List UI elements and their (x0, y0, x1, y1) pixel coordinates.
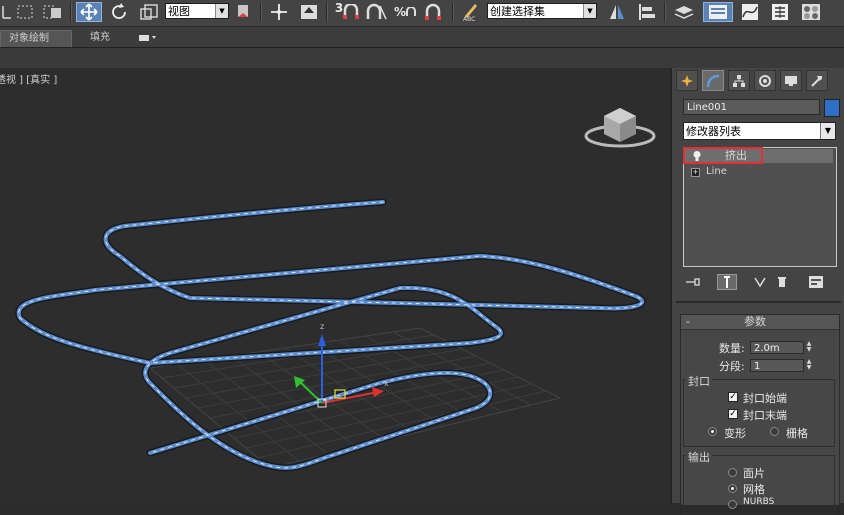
toggle-scene-explorer-icon[interactable] (703, 2, 733, 22)
edit-named-selection-icon[interactable]: ABC (458, 2, 484, 22)
amount-label: 数量: (719, 342, 745, 355)
modifier-list-label: 修改器列表 (686, 125, 741, 138)
parameters-title: 参数 (744, 315, 766, 328)
material-editor-icon[interactable] (797, 2, 825, 22)
tab-display[interactable] (780, 70, 802, 91)
ribbon-collapsed-area (0, 48, 844, 68)
patch-radio[interactable] (728, 468, 737, 477)
cap-start-checkbox[interactable]: ✓ (728, 392, 738, 402)
amount-spinner-arrows-icon[interactable]: ▲ ▼ (805, 341, 813, 354)
cap-start-label: 封口始端 (743, 392, 787, 405)
segments-input[interactable]: 1 (750, 359, 804, 372)
expand-plus-icon[interactable]: + (691, 168, 700, 177)
nurbs-radio[interactable] (728, 500, 737, 509)
reference-coordinate-dropdown[interactable]: 视图 ▼ (165, 3, 229, 19)
stack-item-label: Line (706, 166, 727, 177)
tab-modify[interactable] (702, 70, 724, 91)
grid-label: 栅格 (786, 427, 808, 440)
angle-snap-icon[interactable] (362, 2, 390, 22)
view-dropdown-label: 视图 (168, 5, 190, 18)
highlight-box (683, 147, 763, 164)
toolbar-separator (452, 3, 454, 21)
pivot-point-icon[interactable] (232, 2, 254, 22)
select-and-rotate-icon[interactable] (106, 2, 132, 22)
cap-end-label: 封口末端 (743, 409, 787, 422)
tab-hierarchy[interactable] (728, 70, 750, 91)
chevron-down-icon: ▼ (215, 4, 228, 18)
cap-end-checkbox[interactable]: ✓ (728, 409, 738, 419)
amount-input[interactable]: 2.0m (750, 341, 804, 354)
command-panel: Line001 修改器列表 ▼ 挤出 + Line - 参数 数量: 2.0m … (671, 68, 844, 515)
tab-motion[interactable] (754, 70, 776, 91)
axis-x-label: x (384, 379, 389, 388)
modifier-list-dropdown[interactable]: 修改器列表 ▼ (683, 122, 836, 140)
pin-stack-icon[interactable] (683, 274, 703, 290)
tab-utilities[interactable] (806, 70, 828, 91)
viewcube[interactable] (584, 108, 656, 148)
output-group: 输出 面片 网格 NURBS (683, 449, 835, 515)
patch-label: 面片 (743, 467, 765, 480)
select-manipulate-icon[interactable] (266, 2, 292, 22)
ribbon-bar: 对象绘制 填充 (0, 27, 844, 48)
toolbar-separator (664, 3, 666, 21)
rectangular-selection-icon[interactable] (14, 2, 36, 22)
keyboard-shortcut-override-icon[interactable] (296, 2, 322, 22)
stack-item-line[interactable]: + Line (685, 165, 833, 179)
segments-label: 分段: (719, 360, 745, 373)
named-selection-set-dropdown[interactable]: 创建选择集 ▼ (487, 3, 597, 19)
mesh-label: 网格 (743, 483, 765, 496)
ribbon-options-icon[interactable] (138, 32, 158, 44)
rollout-collapse-symbol: - (686, 315, 690, 328)
capping-group: 封口 ✓ 封口始端 ✓ 封口末端 变形 栅格 (683, 373, 835, 447)
mirror-icon[interactable] (604, 2, 630, 22)
chevron-down-icon: ▼ (583, 4, 596, 18)
parameters-rollout-header[interactable]: - 参数 (681, 315, 839, 330)
select-and-scale-icon[interactable] (136, 2, 162, 22)
morph-label: 变形 (724, 427, 746, 440)
spinner-snap-icon[interactable] (420, 2, 446, 22)
layer-manager-icon[interactable] (670, 2, 698, 22)
window-crossing-icon[interactable] (40, 2, 66, 22)
viewport-scene: z x (15, 108, 656, 472)
axis-z-label: z (320, 322, 324, 331)
align-icon[interactable] (634, 2, 660, 22)
object-color-swatch[interactable] (824, 99, 840, 117)
capping-title: 封口 (686, 373, 712, 389)
toolbar-separator (70, 3, 72, 21)
make-unique-icon[interactable] (750, 274, 770, 290)
configure-modifier-sets-icon[interactable] (806, 274, 826, 290)
modifier-stack[interactable]: 挤出 + Line (683, 147, 837, 267)
toolbar-separator (326, 3, 328, 21)
curve-editor-icon[interactable] (737, 2, 763, 22)
toolbar-separator (260, 3, 262, 21)
selection-set-label: 创建选择集 (490, 5, 545, 18)
output-title: 输出 (686, 449, 712, 465)
mesh-radio[interactable] (728, 484, 737, 493)
select-and-move-icon[interactable] (76, 2, 102, 22)
grid-radio[interactable] (770, 427, 779, 436)
tab-create[interactable] (676, 70, 698, 91)
nurbs-label: NURBS (743, 497, 775, 507)
percent-snap-label: % (393, 5, 407, 19)
show-end-result-icon[interactable] (717, 274, 737, 290)
segments-spinner-arrows-icon[interactable]: ▲ ▼ (805, 359, 813, 372)
main-toolbar: 视图 ▼ 3 % ABC 创建选择集 ▼ (0, 0, 844, 27)
remove-modifier-icon[interactable] (772, 274, 792, 290)
tab-populate[interactable]: 填充 (82, 30, 118, 46)
morph-radio[interactable] (708, 427, 717, 436)
svg-text:ABC: ABC (463, 16, 475, 22)
snap-3d-label: 3 (334, 1, 344, 15)
chevron-down-icon: ▼ (820, 123, 835, 139)
percent-snap-icon[interactable]: % (392, 2, 418, 22)
panel-divider (676, 301, 841, 303)
select-object-icon[interactable] (0, 2, 14, 22)
snaps-toggle-icon[interactable]: 3 (332, 1, 362, 22)
viewport-label[interactable]: 透视 ] [真实 ] (0, 71, 57, 86)
schematic-view-icon[interactable] (767, 2, 793, 22)
parameters-rollout: - 参数 数量: 2.0m ▲ ▼ 分段: 1 ▲ ▼ 封口 ✓ 封口始端 ✓ 封口… (680, 314, 840, 515)
perspective-viewport[interactable]: 透视 ] [真实 ] z x (0, 68, 669, 503)
object-name-field[interactable]: Line001 (683, 99, 820, 115)
tab-object-paint[interactable]: 对象绘制 (0, 30, 72, 47)
